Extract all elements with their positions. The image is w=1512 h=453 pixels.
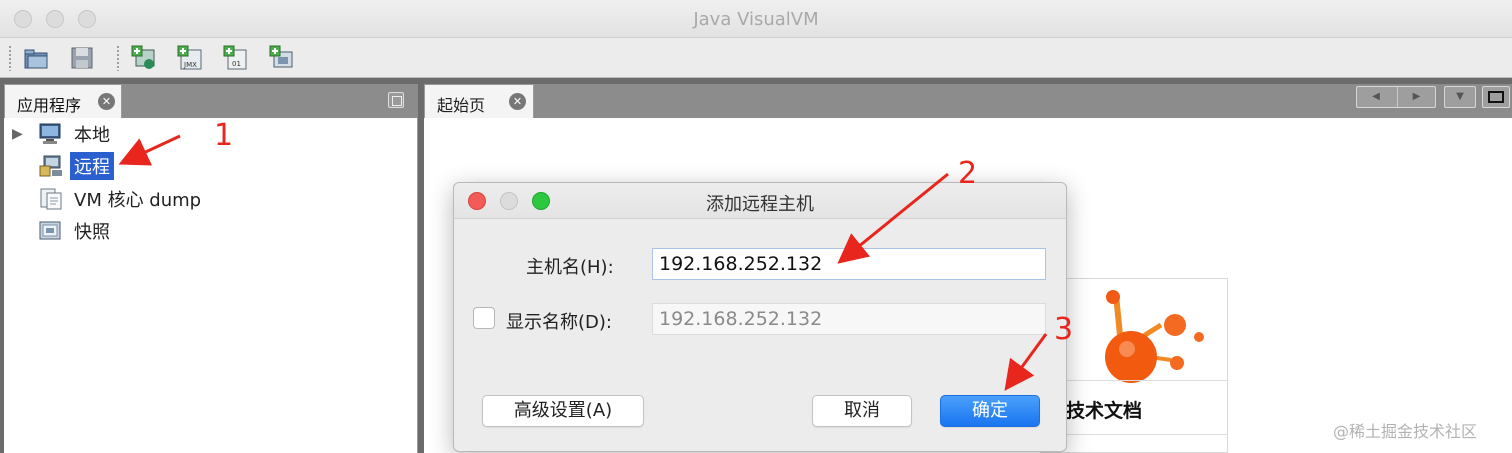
remote-host-icon	[39, 155, 62, 177]
save-disk-icon	[71, 47, 93, 69]
svg-text:01: 01	[232, 60, 241, 68]
cancel-button[interactable]: 取消	[812, 395, 912, 427]
add-remote-host-dialog: 添加远程主机 主机名(H): 显示名称(D): 高级设置(A) 取消 确定	[453, 182, 1067, 452]
display-name-label: 显示名称(D):	[506, 312, 612, 333]
dialog-title: 添加远程主机	[706, 194, 814, 215]
card-divider	[1040, 380, 1228, 381]
advanced-settings-button[interactable]: 高级设置(A)	[482, 395, 644, 427]
toolbar: JMX 01	[0, 38, 1512, 78]
add-coredump-button[interactable]: 01	[222, 44, 250, 72]
save-button[interactable]	[68, 44, 96, 72]
add-snapshot-button[interactable]	[268, 44, 296, 72]
tree-item-label: VM 核心 dump	[74, 190, 202, 211]
tab-scroll-group: ◀ ▶	[1356, 86, 1436, 108]
tab-start-page-label: 起始页	[437, 96, 486, 115]
annotation-number-2: 2	[958, 156, 978, 191]
open-file-button[interactable]	[22, 44, 50, 72]
expand-arrow-icon[interactable]: ▶	[12, 126, 23, 142]
hostname-label: 主机名(H):	[526, 257, 614, 278]
tree-item-label: 快照	[74, 222, 110, 243]
ok-button[interactable]: 确定	[940, 395, 1040, 427]
add-snapshot-icon	[269, 45, 293, 68]
snapshot-icon	[39, 221, 61, 240]
tab-applications[interactable]: 应用程序 ✕	[4, 84, 122, 118]
local-computer-icon	[39, 123, 61, 144]
toolbar-separator	[116, 45, 120, 71]
open-folder-icon	[24, 49, 48, 69]
annotation-number-3: 3	[1054, 312, 1074, 347]
toolbar-grip[interactable]	[8, 45, 12, 71]
tree-item-remote[interactable]: 远程	[38, 152, 114, 180]
card-title: 技术文档	[1066, 400, 1143, 422]
window-title: Java VisualVM	[693, 9, 819, 30]
add-application-icon	[131, 45, 155, 69]
documentation-card[interactable]	[1040, 278, 1228, 453]
watermark-text: @稀土掘金技术社区	[1333, 422, 1478, 441]
tree-item-label-selected: 远程	[70, 152, 114, 180]
svg-text:JMX: JMX	[183, 61, 197, 69]
window-titlebar: Java VisualVM	[0, 0, 1512, 38]
scroll-left-icon[interactable]: ◀	[1357, 87, 1395, 107]
tab-list-dropdown[interactable]: ▼	[1444, 86, 1476, 108]
tree-item-snapshot[interactable]: 快照	[38, 217, 114, 245]
tab-start-page[interactable]: 起始页 ✕	[424, 84, 534, 118]
display-name-checkbox[interactable]	[473, 307, 495, 329]
right-panel-tabbar	[424, 84, 1512, 118]
close-icon[interactable]: ✕	[509, 93, 526, 110]
tab-applications-label: 应用程序	[17, 96, 82, 115]
close-icon[interactable]: ✕	[98, 93, 115, 110]
scroll-right-icon[interactable]: ▶	[1397, 87, 1435, 107]
tree-item-core-dump[interactable]: VM 核心 dump	[38, 185, 205, 213]
add-jmx-button[interactable]: JMX	[176, 44, 204, 72]
maximize-icon	[1488, 91, 1504, 103]
vm-core-dump-icon	[40, 188, 62, 210]
minimize-panel-button[interactable]	[388, 92, 404, 108]
hostname-input[interactable]	[652, 248, 1046, 280]
annotation-number-1: 1	[214, 118, 234, 153]
molecule-logo-icon	[1105, 290, 1204, 383]
add-jmx-connection-icon: JMX	[177, 45, 202, 70]
card-divider	[1040, 434, 1228, 435]
maximize-panel-button[interactable]	[1482, 86, 1510, 108]
tree-item-label: 本地	[74, 125, 110, 146]
add-application-button[interactable]	[130, 44, 158, 72]
display-name-input[interactable]	[652, 303, 1046, 335]
tree-item-local[interactable]: 本地	[38, 120, 114, 148]
add-core-dump-icon: 01	[223, 45, 247, 70]
chevron-down-icon: ▼	[1456, 91, 1464, 102]
